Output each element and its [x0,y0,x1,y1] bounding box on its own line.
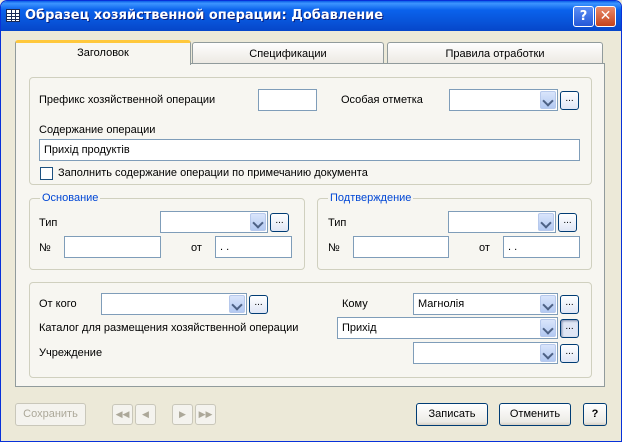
confirmation-number-input[interactable] [353,236,449,258]
chevron-down-icon[interactable] [229,295,245,313]
confirmation-title: Подтверждение [328,192,414,204]
confirmation-type-select-button[interactable]: ... [558,213,577,232]
dialog-window: Образец хозяйственной операции: Добавлен… [0,0,622,442]
institution-combo[interactable] [413,342,558,364]
confirmation-type-label: Тип [328,217,347,229]
chevron-down-icon[interactable] [540,91,556,109]
help-title-button[interactable]: ? [573,6,594,27]
cancel-button[interactable]: Отменить [499,403,571,426]
title-bar[interactable]: Образец хозяйственной операции: Добавлен… [1,1,621,31]
header-group: Префикс хозяйственной операции Особая от… [29,77,592,185]
special-mark-combo[interactable] [449,89,558,111]
special-mark-label: Особая отметка [341,94,423,106]
parties-group: От кого ... Кому Магнолія ... Каталог дл… [29,282,592,378]
basis-type-select-button[interactable]: ... [270,213,289,232]
fill-content-label[interactable]: Заполнить содержание операции по примеча… [58,167,368,179]
special-mark-select-button[interactable]: ... [560,91,579,110]
catalog-combo[interactable]: Прихід [337,317,558,339]
basis-title: Основание [40,192,101,204]
basis-number-label: № [39,242,51,254]
to-combo[interactable]: Магнолія [413,293,558,315]
to-select-button[interactable]: ... [560,295,579,314]
nav-first-button[interactable]: ◀◀ [112,404,133,425]
confirmation-group: Подтверждение Тип ... № от . . [317,192,592,270]
prev-page-icon: ◀ [142,409,149,419]
from-label: От кого [39,298,77,310]
prefix-label: Префикс хозяйственной операции [39,94,216,106]
first-page-icon: ◀◀ [115,409,130,419]
tab-specifications[interactable]: Спецификации [192,42,384,64]
save-button[interactable]: Сохранить [15,403,86,426]
chevron-down-icon[interactable] [540,295,556,313]
close-button[interactable]: ✕ [595,6,616,27]
chevron-down-icon[interactable] [540,319,556,337]
window-title: Образец хозяйственной операции: Добавлен… [25,8,384,23]
nav-last-button[interactable]: ▶▶ [195,404,216,425]
content-label: Содержание операции [39,124,156,136]
tab-processing-rules[interactable]: Правила отработки [387,42,603,64]
help-icon: ? [579,9,588,24]
content-input[interactable]: Прихід продуктів [39,139,580,161]
basis-group: Основание Тип ... № от . . [29,192,305,270]
next-page-icon: ▶ [179,409,186,419]
basis-date-label: от [191,242,202,254]
tab-header[interactable]: Заголовок [15,40,191,65]
basis-type-label: Тип [39,217,58,229]
basis-type-combo[interactable] [160,211,268,233]
to-value: Магнолія [418,298,465,310]
confirmation-number-label: № [328,242,340,254]
confirmation-date-input[interactable]: . . [503,236,580,258]
basis-date-input[interactable]: . . [215,236,292,258]
to-label: Кому [342,298,368,310]
catalog-value: Прихід [342,322,377,334]
confirmation-date-label: от [479,242,490,254]
catalog-label: Каталог для размещения хозяйственной опе… [39,322,299,334]
institution-select-button[interactable]: ... [560,344,579,363]
catalog-select-button[interactable]: ... [560,319,579,338]
chevron-down-icon[interactable] [538,213,554,231]
last-page-icon: ▶▶ [198,409,213,419]
from-select-button[interactable]: ... [249,295,268,314]
chevron-down-icon[interactable] [250,213,266,231]
help-button[interactable]: ? [583,403,607,426]
fill-content-checkbox[interactable] [40,167,53,180]
basis-number-input[interactable] [64,236,161,258]
nav-prev-button[interactable]: ◀ [135,404,156,425]
tab-panel: Префикс хозяйственной операции Особая от… [15,63,605,387]
chevron-down-icon[interactable] [540,344,556,362]
prefix-input[interactable] [258,89,317,111]
confirmation-type-combo[interactable] [448,211,556,233]
table-icon [6,9,20,22]
from-combo[interactable] [101,293,247,315]
institution-label: Учреждение [39,347,103,359]
close-icon: ✕ [599,8,612,24]
write-button[interactable]: Записать [416,403,488,426]
nav-next-button[interactable]: ▶ [172,404,193,425]
